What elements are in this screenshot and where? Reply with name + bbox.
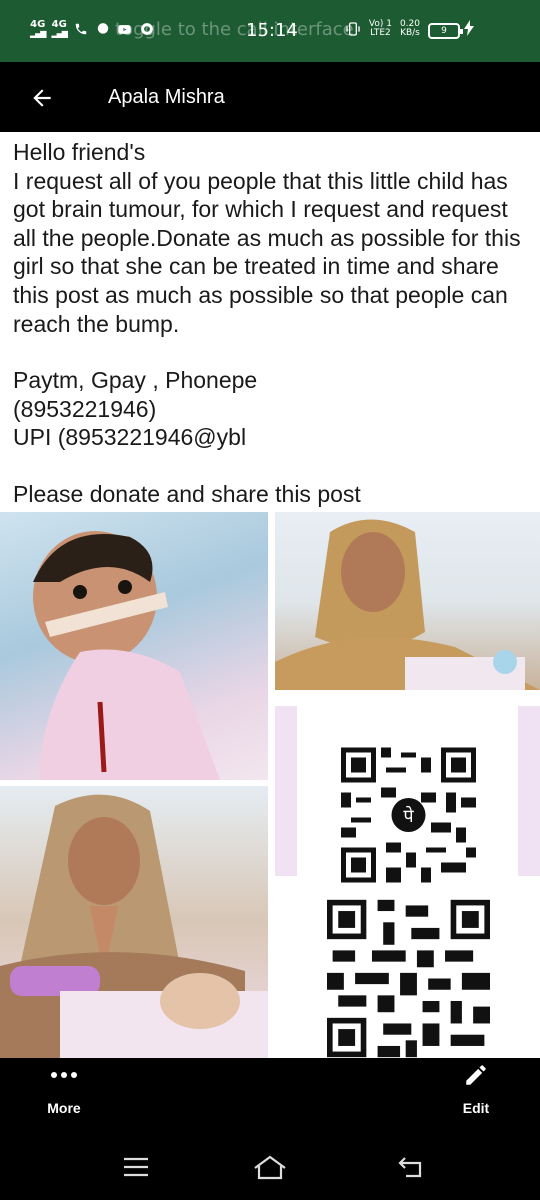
qr-side-stripe-right xyxy=(518,706,540,876)
qr-code-second xyxy=(327,899,490,1058)
volte-indicator: Vo) 1 LTE2 xyxy=(369,20,392,38)
post-greeting: Hello friend's xyxy=(13,139,146,165)
network-speed: 0.20 KB/s xyxy=(400,20,420,38)
qr-code-phonepe: पे xyxy=(341,746,476,884)
chat-bubble-icon xyxy=(95,21,111,37)
vibrate-icon xyxy=(345,21,361,37)
qr-code-panel[interactable]: पे xyxy=(275,696,540,1058)
network-type-1: 4G xyxy=(30,19,46,30)
signal-sim2: 4G ▂▄▆ xyxy=(51,19,68,39)
back-button[interactable] xyxy=(26,82,58,114)
battery-icon: 9 xyxy=(428,23,463,39)
qr-side-stripe-left xyxy=(275,706,297,876)
home-icon xyxy=(254,1155,286,1180)
post-body: I request all of you people that this li… xyxy=(13,167,521,337)
phone-icon xyxy=(73,21,89,37)
page-title: Apala Mishra xyxy=(108,86,225,108)
payment-methods: Paytm, Gpay , Phonepe xyxy=(13,367,258,394)
phone-number: (8953221946) xyxy=(13,395,157,422)
post-text: Hello friend's I request all of you peop… xyxy=(0,132,540,509)
menu-lines-icon xyxy=(124,1157,148,1177)
photo-child-hospital[interactable] xyxy=(0,512,268,780)
speed-unit: KB/s xyxy=(400,28,420,38)
post-content: Hello friend's I request all of you peop… xyxy=(0,132,540,1058)
pencil-icon xyxy=(463,1058,489,1092)
battery-level: 9 xyxy=(441,26,447,36)
photo-mother-comforting[interactable] xyxy=(275,512,540,690)
more-label: More xyxy=(47,1100,81,1116)
arrow-left-icon xyxy=(33,89,51,107)
praying-mother-illustration xyxy=(0,794,268,1058)
post-closing: Please donate and share this post xyxy=(13,480,361,507)
charging-bolt-icon xyxy=(464,20,474,40)
phonepe-logo-icon: पे xyxy=(403,805,414,827)
clock: 15:14 xyxy=(246,20,298,41)
system-back-button[interactable] xyxy=(392,1152,432,1182)
lte-label: LTE2 xyxy=(370,28,391,38)
status-icons-right: Vo) 1 LTE2 0.20 KB/s xyxy=(345,20,420,38)
back-return-icon xyxy=(398,1157,422,1178)
system-nav-bar xyxy=(0,1134,540,1200)
more-button[interactable]: More xyxy=(14,1058,114,1134)
upi-id: UPI (8953221946@ybl xyxy=(13,424,247,451)
signal-bars-icon: ▂▄▆ xyxy=(51,29,68,38)
toast-ghost-text: toggle to the call interface xyxy=(115,19,354,40)
mother-illustration xyxy=(275,519,540,690)
child-illustration xyxy=(33,531,220,780)
photo-collage[interactable]: पे xyxy=(0,512,540,1058)
edit-label: Edit xyxy=(462,1100,490,1116)
status-bar: 4G ▂▄▆ 4G ▂▄▆ toggle to the call interfa… xyxy=(0,0,540,62)
signal-bars-icon: ▂▄▆ xyxy=(30,29,47,38)
more-dots-icon xyxy=(49,1058,79,1092)
network-type-2: 4G xyxy=(51,19,67,30)
edit-button[interactable]: Edit xyxy=(426,1058,526,1134)
photo-mother-praying[interactable] xyxy=(0,786,268,1058)
signal-sim1: 4G ▂▄▆ xyxy=(30,19,47,39)
app-bar: Apala Mishra xyxy=(0,62,540,132)
bottom-action-bar: More Edit xyxy=(0,1058,540,1134)
recent-apps-button[interactable] xyxy=(116,1152,156,1182)
home-button[interactable] xyxy=(250,1152,290,1182)
